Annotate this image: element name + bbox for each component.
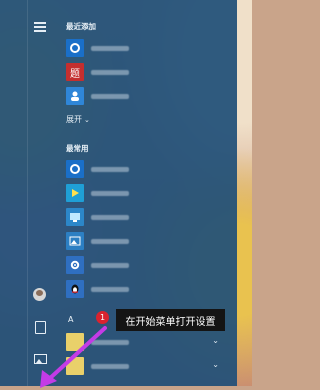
user-app-icon [66, 87, 84, 105]
red-app-icon: 题 [66, 63, 84, 81]
list-item[interactable] [66, 256, 129, 274]
start-left-rail [27, 0, 28, 386]
chevron-down-icon[interactable]: ⌄ [212, 336, 219, 345]
user-avatar[interactable] [33, 288, 46, 301]
list-item[interactable] [66, 280, 129, 298]
list-item[interactable] [66, 208, 129, 226]
qq-penguin-icon [66, 280, 84, 298]
annotation-arrow [40, 326, 107, 388]
expand-link[interactable]: 展开 ⌄ [66, 114, 90, 125]
chevron-down-icon[interactable]: ⌄ [212, 360, 219, 369]
qq-browser-icon [66, 160, 84, 178]
media-player-icon [66, 184, 84, 202]
section-most-used: 最常用 [66, 144, 89, 153]
annotation-callout: 在开始菜单打开设置 [116, 309, 225, 331]
list-item[interactable] [66, 184, 129, 202]
qq-browser-icon [66, 39, 84, 57]
list-item[interactable] [66, 39, 129, 57]
hamburger-icon[interactable] [34, 20, 46, 34]
list-item[interactable]: 题 [66, 63, 129, 81]
list-item[interactable] [66, 87, 129, 105]
section-recently-added: 最近添加 [66, 22, 96, 31]
photos-icon [66, 232, 84, 250]
chevron-down-icon: ⌄ [84, 116, 90, 124]
list-item[interactable] [66, 160, 129, 178]
list-item[interactable] [66, 232, 129, 250]
settings-gear-icon [66, 256, 84, 274]
monitor-app-icon [66, 208, 84, 226]
